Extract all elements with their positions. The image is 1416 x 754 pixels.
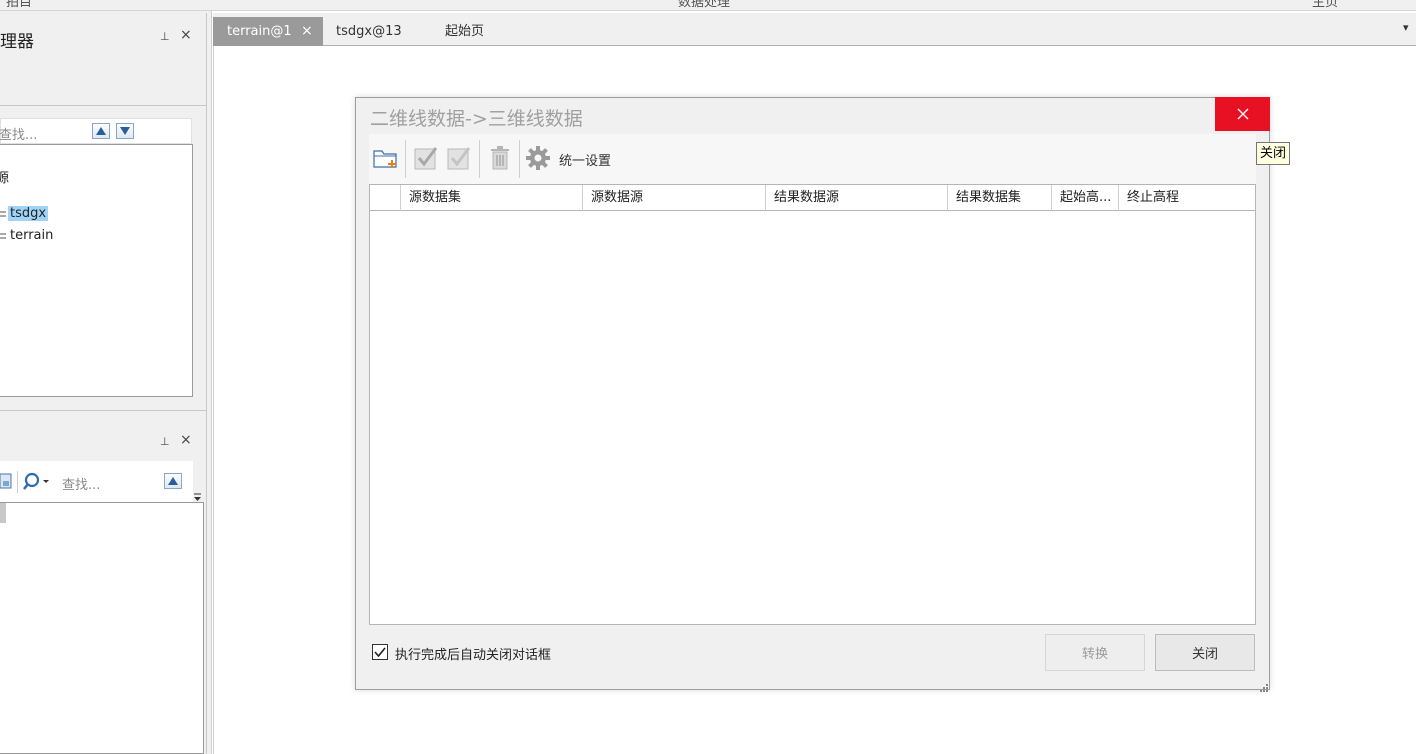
add-folder-icon[interactable]	[372, 144, 400, 172]
tree-item-datasource[interactable]: 源	[0, 167, 9, 186]
auto-close-checkbox[interactable]	[372, 644, 388, 660]
scroll-up-icon[interactable]	[92, 123, 110, 139]
convert-button[interactable]: 转换	[1045, 634, 1145, 671]
dataset-grid[interactable]: 源数据集 源数据源 结果数据源 结果数据集 起始高... 终止高程	[369, 184, 1256, 625]
column-source-dataset[interactable]: 源数据集	[401, 185, 583, 211]
column-start-elevation[interactable]: 起始高...	[1052, 185, 1119, 211]
tab-start-page[interactable]: 起始页	[445, 17, 484, 46]
tree-item-terrain[interactable]: terrain	[10, 228, 53, 243]
workspace-manager-panel: 理器 ⊥ × 查找... 源 tsdgx terrain	[0, 13, 207, 411]
close-tooltip: 关闭	[1256, 142, 1291, 165]
pin-icon[interactable]: ⊥	[160, 30, 170, 43]
unified-settings-button[interactable]: 统一设置	[559, 150, 611, 169]
tab-terrain[interactable]: terrain@1 ×	[213, 17, 323, 46]
column-source-datasource[interactable]: 源数据源	[583, 185, 766, 211]
search-placeholder[interactable]: 查找...	[62, 474, 100, 493]
tab-tsdgx[interactable]: tsdgx@13	[336, 17, 402, 46]
column-end-elevation[interactable]: 终止高程	[1119, 185, 1255, 211]
panel-close-icon[interactable]: ×	[180, 27, 192, 43]
toolbar-separator	[519, 140, 520, 178]
delete-icon[interactable]	[486, 144, 514, 172]
select-all-icon[interactable]	[412, 144, 440, 172]
top-strip-center-text[interactable]: 数据处理	[678, 0, 730, 10]
convert-dialog: 二维线数据->三维线数据 统一设置 源数据集 源数据源 结果数据源 结果数据集 …	[355, 97, 1270, 692]
layer-toolbar: 查找...	[0, 461, 193, 502]
overflow-icon[interactable]	[193, 491, 202, 501]
tree-item-tsdgx[interactable]: tsdgx	[8, 206, 49, 221]
tree-branch-icon	[0, 209, 6, 219]
tab-label: terrain@1	[227, 24, 292, 39]
layer-manager-panel: ⊥ × 查找...	[0, 411, 207, 754]
top-strip-right-text[interactable]: 主页	[1312, 0, 1338, 10]
document-tabbar: terrain@1 × tsdgx@13 起始页 ▾	[213, 13, 1416, 46]
top-menu-strip: 拍目 数据处理 主页	[0, 0, 1416, 11]
auto-close-label[interactable]: 执行完成后自动关闭对话框	[395, 644, 551, 663]
toolbar-separator	[479, 140, 480, 178]
dialog-toolbar: 统一设置	[369, 134, 1256, 184]
checkmark-icon	[374, 647, 386, 657]
layer-row-indicator	[0, 503, 6, 523]
column-result-datasource[interactable]: 结果数据源	[766, 185, 948, 211]
grid-header: 源数据集 源数据源 结果数据源 结果数据集 起始高... 终止高程	[370, 185, 1255, 211]
divider	[0, 105, 206, 106]
search-input[interactable]: 查找...	[0, 118, 192, 144]
invert-select-icon[interactable]	[445, 144, 473, 172]
workspace-tree[interactable]: 源 tsdgx terrain	[0, 144, 193, 397]
panel-close-icon[interactable]: ×	[180, 432, 192, 448]
dialog-close-button[interactable]	[1215, 97, 1270, 131]
top-strip-left-text[interactable]: 拍目	[6, 0, 32, 10]
tab-list-dropdown-icon[interactable]: ▾	[1403, 21, 1409, 34]
close-icon	[1237, 108, 1248, 120]
dialog-title: 二维线数据->三维线数据	[370, 108, 583, 130]
panel-title: 理器	[0, 32, 34, 52]
search-placeholder: 查找...	[0, 128, 38, 143]
toolbar-separator	[405, 140, 406, 178]
resize-grip-icon[interactable]	[1260, 681, 1268, 692]
gear-icon[interactable]	[524, 144, 552, 172]
close-button[interactable]: 关闭	[1155, 634, 1255, 671]
tab-close-icon[interactable]: ×	[301, 17, 313, 46]
scroll-up-icon[interactable]	[164, 473, 182, 489]
tree-branch-icon	[0, 231, 6, 241]
layer-style-icon[interactable]	[0, 473, 12, 489]
grid-row-header-cell	[370, 185, 401, 211]
scroll-down-icon[interactable]	[116, 123, 134, 139]
search-dropdown-icon[interactable]	[23, 472, 51, 492]
column-result-dataset[interactable]: 结果数据集	[948, 185, 1052, 211]
layer-list[interactable]	[0, 502, 204, 754]
toolbar-separator	[17, 471, 18, 493]
pin-icon[interactable]: ⊥	[160, 435, 170, 448]
